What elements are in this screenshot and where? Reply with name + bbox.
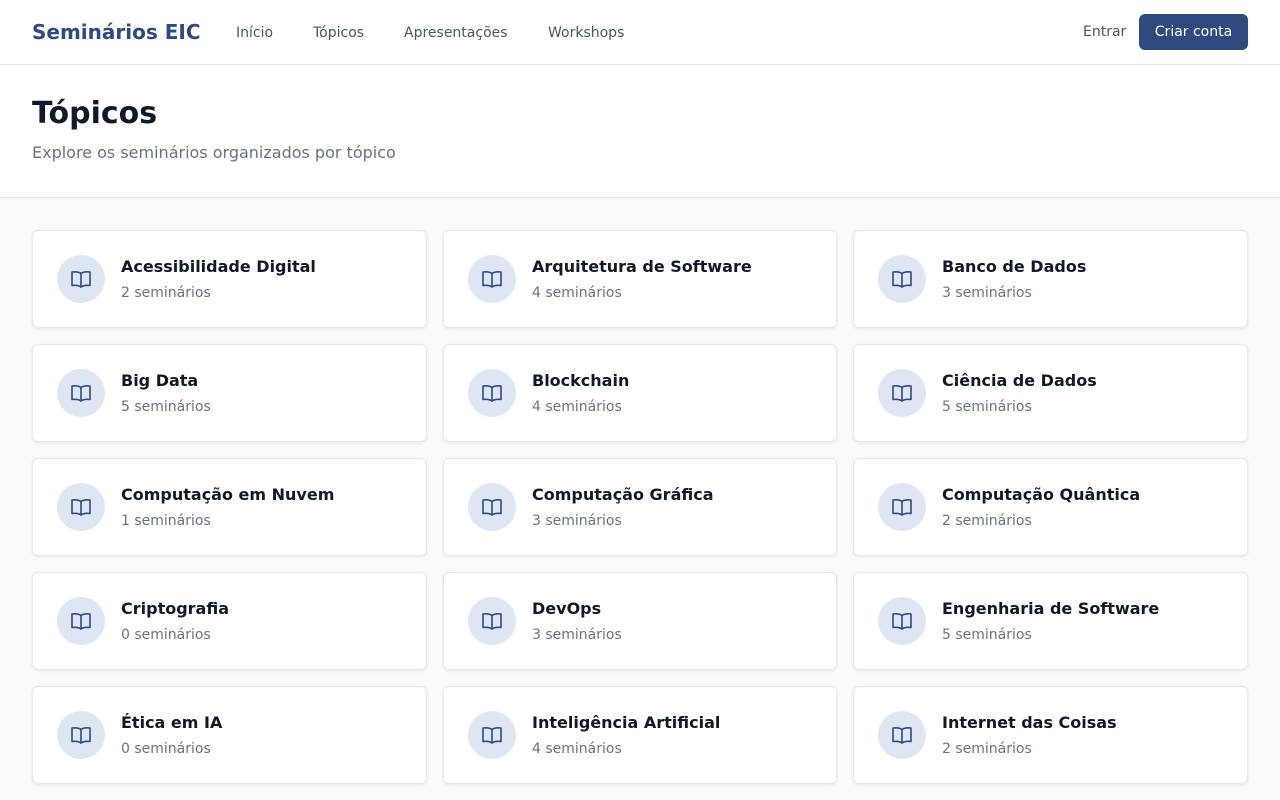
brand-logo[interactable]: Seminários EIC [32, 20, 201, 44]
topic-seminar-count: 2 seminários [942, 741, 1032, 757]
book-open-icon [57, 597, 105, 645]
book-open-icon [57, 255, 105, 303]
page-subtitle: Explore os seminários organizados por tó… [32, 143, 396, 162]
topic-title: Banco de Dados [942, 257, 1087, 276]
book-open-icon [878, 369, 926, 417]
topic-seminar-count: 2 seminários [121, 285, 211, 301]
nav-link-topicos[interactable]: Tópicos [313, 24, 364, 42]
book-open-icon [878, 255, 926, 303]
topic-seminar-count: 4 seminários [532, 399, 622, 415]
topic-title: Computação Quântica [942, 485, 1141, 504]
nav-link-inicio[interactable]: Início [236, 24, 273, 42]
topic-title: Ciência de Dados [942, 371, 1097, 390]
page-title: Tópicos [32, 96, 158, 131]
topic-card[interactable]: Criptografia 0 seminários [32, 572, 427, 670]
topic-card[interactable]: Banco de Dados 3 seminários [853, 230, 1248, 328]
topics-grid: Acessibilidade Digital 2 seminários Arquit… [32, 230, 1248, 784]
book-open-icon [468, 255, 516, 303]
topic-title: Acessibilidade Digital [121, 257, 316, 276]
topic-card[interactable]: Engenharia de Software 5 seminários [853, 572, 1248, 670]
topic-seminar-count: 3 seminários [532, 627, 622, 643]
book-open-icon [468, 369, 516, 417]
topic-title: Inteligência Artificial [532, 713, 721, 732]
topic-seminar-count: 5 seminários [121, 399, 211, 415]
nav-link-workshops[interactable]: Workshops [548, 24, 624, 42]
topic-card[interactable]: Computação Gráfica 3 seminários [443, 458, 837, 556]
book-open-icon [57, 369, 105, 417]
topic-card[interactable]: Computação em Nuvem 1 seminários [32, 458, 427, 556]
topic-title: Arquitetura de Software [532, 257, 752, 276]
topic-card[interactable]: DevOps 3 seminários [443, 572, 837, 670]
book-open-icon [57, 483, 105, 531]
book-open-icon [878, 597, 926, 645]
topic-seminar-count: 0 seminários [121, 741, 211, 757]
topic-card[interactable]: Internet das Coisas 2 seminários [853, 686, 1248, 784]
book-open-icon [878, 711, 926, 759]
topic-title: Internet das Coisas [942, 713, 1117, 732]
login-link[interactable]: Entrar [1083, 23, 1126, 41]
topic-title: Blockchain [532, 371, 630, 390]
topic-title: Engenharia de Software [942, 599, 1160, 618]
book-open-icon [468, 597, 516, 645]
topic-title: Ética em IA [121, 713, 223, 732]
top-navbar: Seminários EIC Início Tópicos Apresentaç… [0, 0, 1280, 65]
topic-title: Criptografia [121, 599, 230, 618]
topic-seminar-count: 0 seminários [121, 627, 211, 643]
topic-title: Computação Gráfica [532, 485, 714, 504]
topic-card[interactable]: Acessibilidade Digital 2 seminários [32, 230, 427, 328]
book-open-icon [878, 483, 926, 531]
topic-seminar-count: 2 seminários [942, 513, 1032, 529]
topic-card[interactable]: Blockchain 4 seminários [443, 344, 837, 442]
topic-card[interactable]: Big Data 5 seminários [32, 344, 427, 442]
topic-card[interactable]: Computação Quântica 2 seminários [853, 458, 1248, 556]
topic-title: Big Data [121, 371, 199, 390]
book-open-icon [57, 711, 105, 759]
topic-title: Computação em Nuvem [121, 485, 335, 504]
topic-seminar-count: 4 seminários [532, 285, 622, 301]
topic-card[interactable]: Inteligência Artificial 4 seminários [443, 686, 837, 784]
topic-card[interactable]: Arquitetura de Software 4 seminários [443, 230, 837, 328]
page-header: Tópicos Explore os seminários organizado… [0, 65, 1280, 198]
topic-card[interactable]: Ética em IA 0 seminários [32, 686, 427, 784]
signup-button[interactable]: Criar conta [1139, 14, 1248, 50]
topic-seminar-count: 3 seminários [532, 513, 622, 529]
nav-link-apresentacoes[interactable]: Apresentações [404, 24, 508, 42]
topic-card[interactable]: Ciência de Dados 5 seminários [853, 344, 1248, 442]
topic-seminar-count: 5 seminários [942, 399, 1032, 415]
topic-title: DevOps [532, 599, 602, 618]
topic-seminar-count: 3 seminários [942, 285, 1032, 301]
topic-seminar-count: 5 seminários [942, 627, 1032, 643]
book-open-icon [468, 711, 516, 759]
topic-seminar-count: 4 seminários [532, 741, 622, 757]
topic-seminar-count: 1 seminários [121, 513, 211, 529]
book-open-icon [468, 483, 516, 531]
